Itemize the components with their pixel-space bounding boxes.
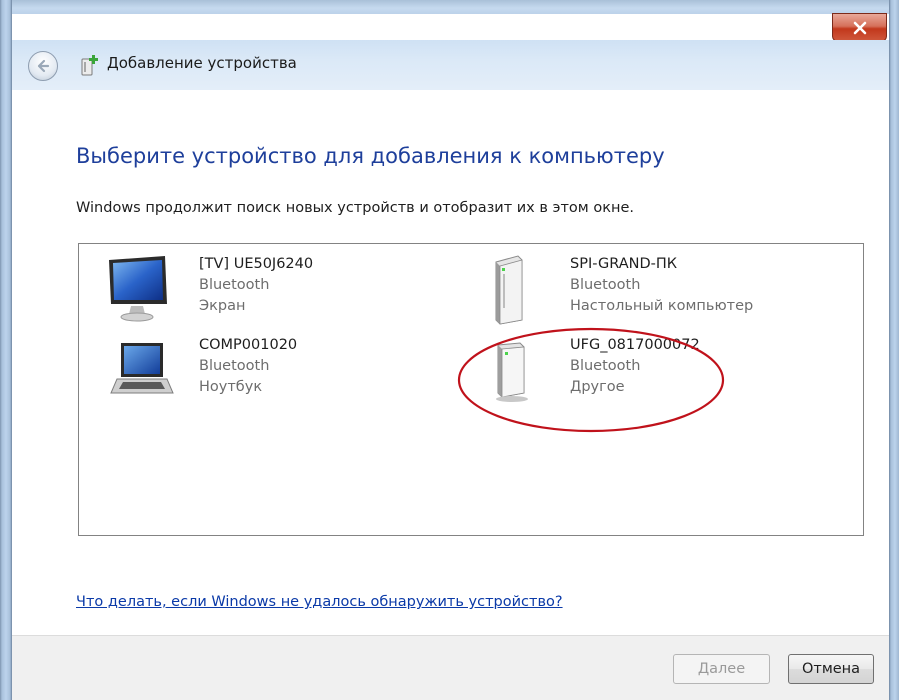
window-title: Добавление устройства — [107, 54, 297, 72]
back-arrow-icon — [37, 59, 50, 73]
window-left-border — [0, 0, 12, 700]
close-icon — [853, 21, 866, 34]
window-right-border — [889, 0, 899, 700]
add-device-icon — [81, 55, 98, 76]
window-header: Добавление устройства — [12, 40, 889, 90]
device-name: [TV] UE50J6240 — [199, 256, 314, 272]
device-connection: Bluetooth — [570, 277, 641, 293]
device-type: Экран — [199, 298, 246, 314]
content-area: Выберите устройство для добавления к ком… — [12, 90, 889, 635]
cancel-button[interactable]: Отмена — [788, 654, 874, 684]
generic-device-icon — [496, 342, 528, 402]
device-item-generic[interactable]: UFG_0817000072 Bluetooth Другое — [474, 335, 804, 409]
laptop-icon — [110, 343, 174, 394]
device-item-tv[interactable]: [TV] UE50J6240 Bluetooth Экран — [103, 254, 433, 328]
close-button[interactable] — [832, 13, 887, 42]
device-list[interactable]: [TV] UE50J6240 Bluetooth Экран SPI-GRAND… — [78, 243, 864, 536]
back-button[interactable] — [28, 51, 58, 81]
device-connection: Bluetooth — [199, 358, 270, 374]
device-text: SPI-GRAND-ПК Bluetooth Настольный компью… — [570, 254, 753, 317]
help-link[interactable]: Что делать, если Windows не удалось обна… — [76, 594, 563, 610]
device-name: SPI-GRAND-ПК — [570, 256, 678, 272]
device-item-laptop[interactable]: COMP001020 Bluetooth Ноутбук — [103, 335, 433, 409]
device-connection: Bluetooth — [570, 358, 641, 374]
window-top-border — [0, 0, 899, 14]
device-connection: Bluetooth — [199, 277, 270, 293]
device-type: Другое — [570, 379, 625, 395]
device-item-desktop[interactable]: SPI-GRAND-ПК Bluetooth Настольный компью… — [474, 254, 804, 328]
instruction-text: Windows продолжит поиск новых устройств … — [76, 200, 634, 216]
device-name: UFG_0817000072 — [570, 337, 700, 353]
device-text: COMP001020 Bluetooth Ноутбук — [199, 335, 297, 398]
device-name: COMP001020 — [199, 337, 298, 353]
device-text: UFG_0817000072 Bluetooth Другое — [570, 335, 700, 398]
desktop-tower-icon — [495, 255, 523, 325]
dialog-footer: Далее Отмена — [12, 635, 889, 700]
device-type: Настольный компьютер — [570, 298, 754, 314]
next-button[interactable]: Далее — [673, 654, 770, 684]
monitor-icon — [109, 256, 167, 322]
device-text: [TV] UE50J6240 Bluetooth Экран — [199, 254, 313, 317]
device-type: Ноутбук — [199, 379, 263, 395]
page-heading: Выберите устройство для добавления к ком… — [76, 144, 665, 168]
